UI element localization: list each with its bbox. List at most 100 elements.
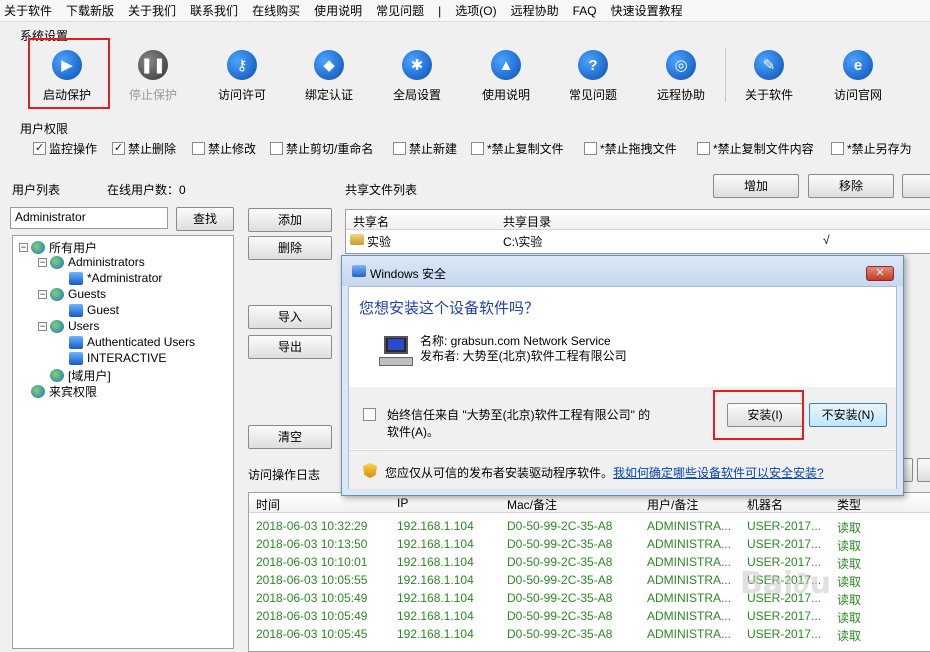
dont-install-button[interactable]: 不安装(N) (809, 403, 887, 427)
log-cell: 2018-06-03 10:05:45 (256, 627, 368, 641)
menu-item[interactable]: 使用说明 (314, 2, 362, 19)
log-row[interactable]: 2018-06-03 10:05:49 192.168.1.104 D0-50-99… (249, 607, 930, 625)
checkbox-box[interactable]: ✓ (33, 142, 46, 155)
log-button-b[interactable] (917, 458, 930, 482)
permission-checkbox[interactable]: 禁止修改 (192, 140, 256, 157)
log-cell: 192.168.1.104 (397, 609, 474, 623)
close-icon[interactable]: ✕ (866, 266, 894, 281)
log-row[interactable]: 2018-06-03 10:32:29 192.168.1.104 D0-50-99… (249, 517, 930, 535)
group-globe-icon (50, 319, 64, 333)
log-cell: ADMINISTRA... (647, 555, 732, 569)
clear-button[interactable]: 清空 (248, 425, 332, 449)
delete-user-button[interactable]: 删除 (248, 236, 332, 260)
toolbar-button[interactable]: ▲ 使用说明 (468, 46, 544, 103)
tree-node[interactable]: − 所有用户 (19, 239, 97, 256)
import-button[interactable]: 导入 (248, 305, 332, 329)
checkbox-box[interactable] (270, 142, 283, 155)
export-button[interactable]: 导出 (248, 335, 332, 359)
shared-extra-button[interactable] (902, 174, 930, 198)
log-row[interactable]: 2018-06-03 10:05:45 192.168.1.104 D0-50-99… (249, 625, 930, 643)
dialog-body: 您想安装这个设备软件吗？ 名称: grabsun.com Network Ser… (348, 286, 897, 489)
toolbar-button[interactable]: e 访问官网 (820, 46, 896, 103)
permission-checkbox[interactable]: 禁止新建 (393, 140, 457, 157)
checkbox-box[interactable] (393, 142, 406, 155)
menu-item[interactable]: 常见问题 (376, 2, 424, 19)
menu-item[interactable]: 在线购买 (252, 2, 300, 19)
checkbox-box[interactable] (697, 142, 710, 155)
shared-row[interactable]: 实验 C:\实验 √ (346, 231, 846, 249)
toolbar-button[interactable]: ◎ 远程协助 (643, 46, 719, 103)
warning-text: 您应仅从可信的发布者安装驱动程序软件。 (385, 466, 614, 480)
permission-checkbox[interactable]: *禁止复制文件 (471, 140, 564, 157)
permission-checkbox[interactable]: *禁止复制文件内容 (697, 140, 814, 157)
permission-label: 禁止剪切/重命名 (286, 142, 374, 156)
menu-item[interactable]: 关于我们 (128, 2, 176, 19)
log-cell: ADMINISTRA... (647, 627, 732, 641)
log-cell: 192.168.1.104 (397, 627, 474, 641)
log-row[interactable]: 2018-06-03 10:13:50 192.168.1.104 D0-50-99… (249, 535, 930, 553)
checkbox-box[interactable] (471, 142, 484, 155)
log-column-header[interactable]: IP (397, 496, 408, 510)
collapse-icon[interactable]: − (38, 257, 47, 267)
menu-item[interactable]: FAQ (573, 4, 597, 18)
log-column-header[interactable]: 用户/备注 (647, 496, 698, 513)
permission-checkbox[interactable]: 禁止剪切/重命名 (270, 140, 373, 157)
shared-row-dir: C:\实验 (503, 235, 543, 249)
trust-text-line2: 软件(A)。 (387, 425, 439, 439)
menu-item[interactable]: 联系我们 (190, 2, 238, 19)
log-column-header[interactable]: 类型 (837, 496, 861, 513)
menu-item[interactable]: 远程协助 (511, 2, 559, 19)
checkbox-box[interactable]: ✓ (112, 142, 125, 155)
shared-add-button[interactable]: 增加 (713, 174, 799, 198)
trust-checkbox[interactable] (363, 408, 376, 421)
tree-node[interactable]: Guest (57, 303, 119, 317)
permission-checkbox[interactable]: ✓ 监控操作 (33, 140, 97, 157)
toolbar-button[interactable]: ⚷ 访问许可 (204, 46, 280, 103)
shared-files-table: 共享名 共享目录 实验 C:\实验 √ (345, 209, 930, 254)
search-button[interactable]: 查找 (176, 207, 234, 231)
log-cell: 2018-06-03 10:05:49 (256, 591, 368, 605)
menu-item[interactable]: 下载新版 (66, 2, 114, 19)
gear-icon: ✱ (402, 50, 432, 80)
permission-checkbox[interactable]: ✓ 禁止删除 (112, 140, 176, 157)
toolbar-button[interactable]: ✱ 全局设置 (379, 46, 455, 103)
user-search-input[interactable]: Administrator (10, 207, 168, 229)
toolbar-button[interactable]: ✎ 关于软件 (731, 46, 807, 103)
permission-checkbox[interactable]: *禁止拖拽文件 (584, 140, 677, 157)
tree-node[interactable]: − Administrators (38, 255, 145, 269)
menu-item[interactable]: 快速设置教程 (611, 2, 683, 19)
tree-node[interactable]: [域用户] (38, 367, 111, 384)
windows-security-dialog: Windows 安全 ✕ 您想安装这个设备软件吗？ 名称: grabsun.co… (341, 255, 904, 496)
tree-node[interactable]: 来宾权限 (19, 383, 97, 400)
tree-node[interactable]: *Administrator (57, 271, 162, 285)
permission-label: 禁止新建 (409, 142, 458, 156)
log-column-header[interactable]: 机器名 (747, 496, 783, 513)
toolbar-button[interactable]: 在 (908, 46, 930, 103)
checkbox-box[interactable] (584, 142, 597, 155)
collapse-icon[interactable]: − (19, 243, 28, 252)
add-user-button[interactable]: 添加 (248, 208, 332, 232)
tree-node[interactable]: Authenticated Users (57, 335, 195, 349)
watermark-logo: Bai∂u (740, 566, 832, 601)
tree-node[interactable]: INTERACTIVE (57, 351, 166, 365)
collapse-icon[interactable]: − (38, 289, 47, 299)
tree-node-label: *Administrator (87, 271, 163, 285)
dialog-title: Windows 安全 (370, 267, 447, 281)
toolbar-button[interactable]: ❚❚ 停止保护 (115, 46, 191, 103)
shared-remove-button[interactable]: 移除 (808, 174, 894, 198)
permission-label: 禁止修改 (208, 142, 257, 156)
collapse-icon[interactable]: − (38, 321, 47, 331)
log-column-header[interactable]: 时间 (256, 496, 280, 513)
toolbar-button[interactable]: ◆ 绑定认证 (291, 46, 367, 103)
checkbox-box[interactable] (192, 142, 205, 155)
checkbox-box[interactable] (831, 142, 844, 155)
tree-node[interactable]: − Guests (38, 287, 106, 301)
safe-install-help-link[interactable]: 我如何确定哪些设备软件可以安全安装? (613, 464, 824, 481)
tree-node[interactable]: − Users (38, 319, 99, 333)
toolbar-button[interactable]: ? 常见问题 (555, 46, 631, 103)
permission-checkbox[interactable]: *禁止另存为 (831, 140, 912, 157)
menu-item[interactable]: 选项(O) (455, 2, 496, 19)
user-computer-icon (69, 335, 83, 349)
log-column-header[interactable]: Mac/备注 (507, 496, 557, 513)
menu-item[interactable]: 关于软件 (4, 2, 52, 19)
